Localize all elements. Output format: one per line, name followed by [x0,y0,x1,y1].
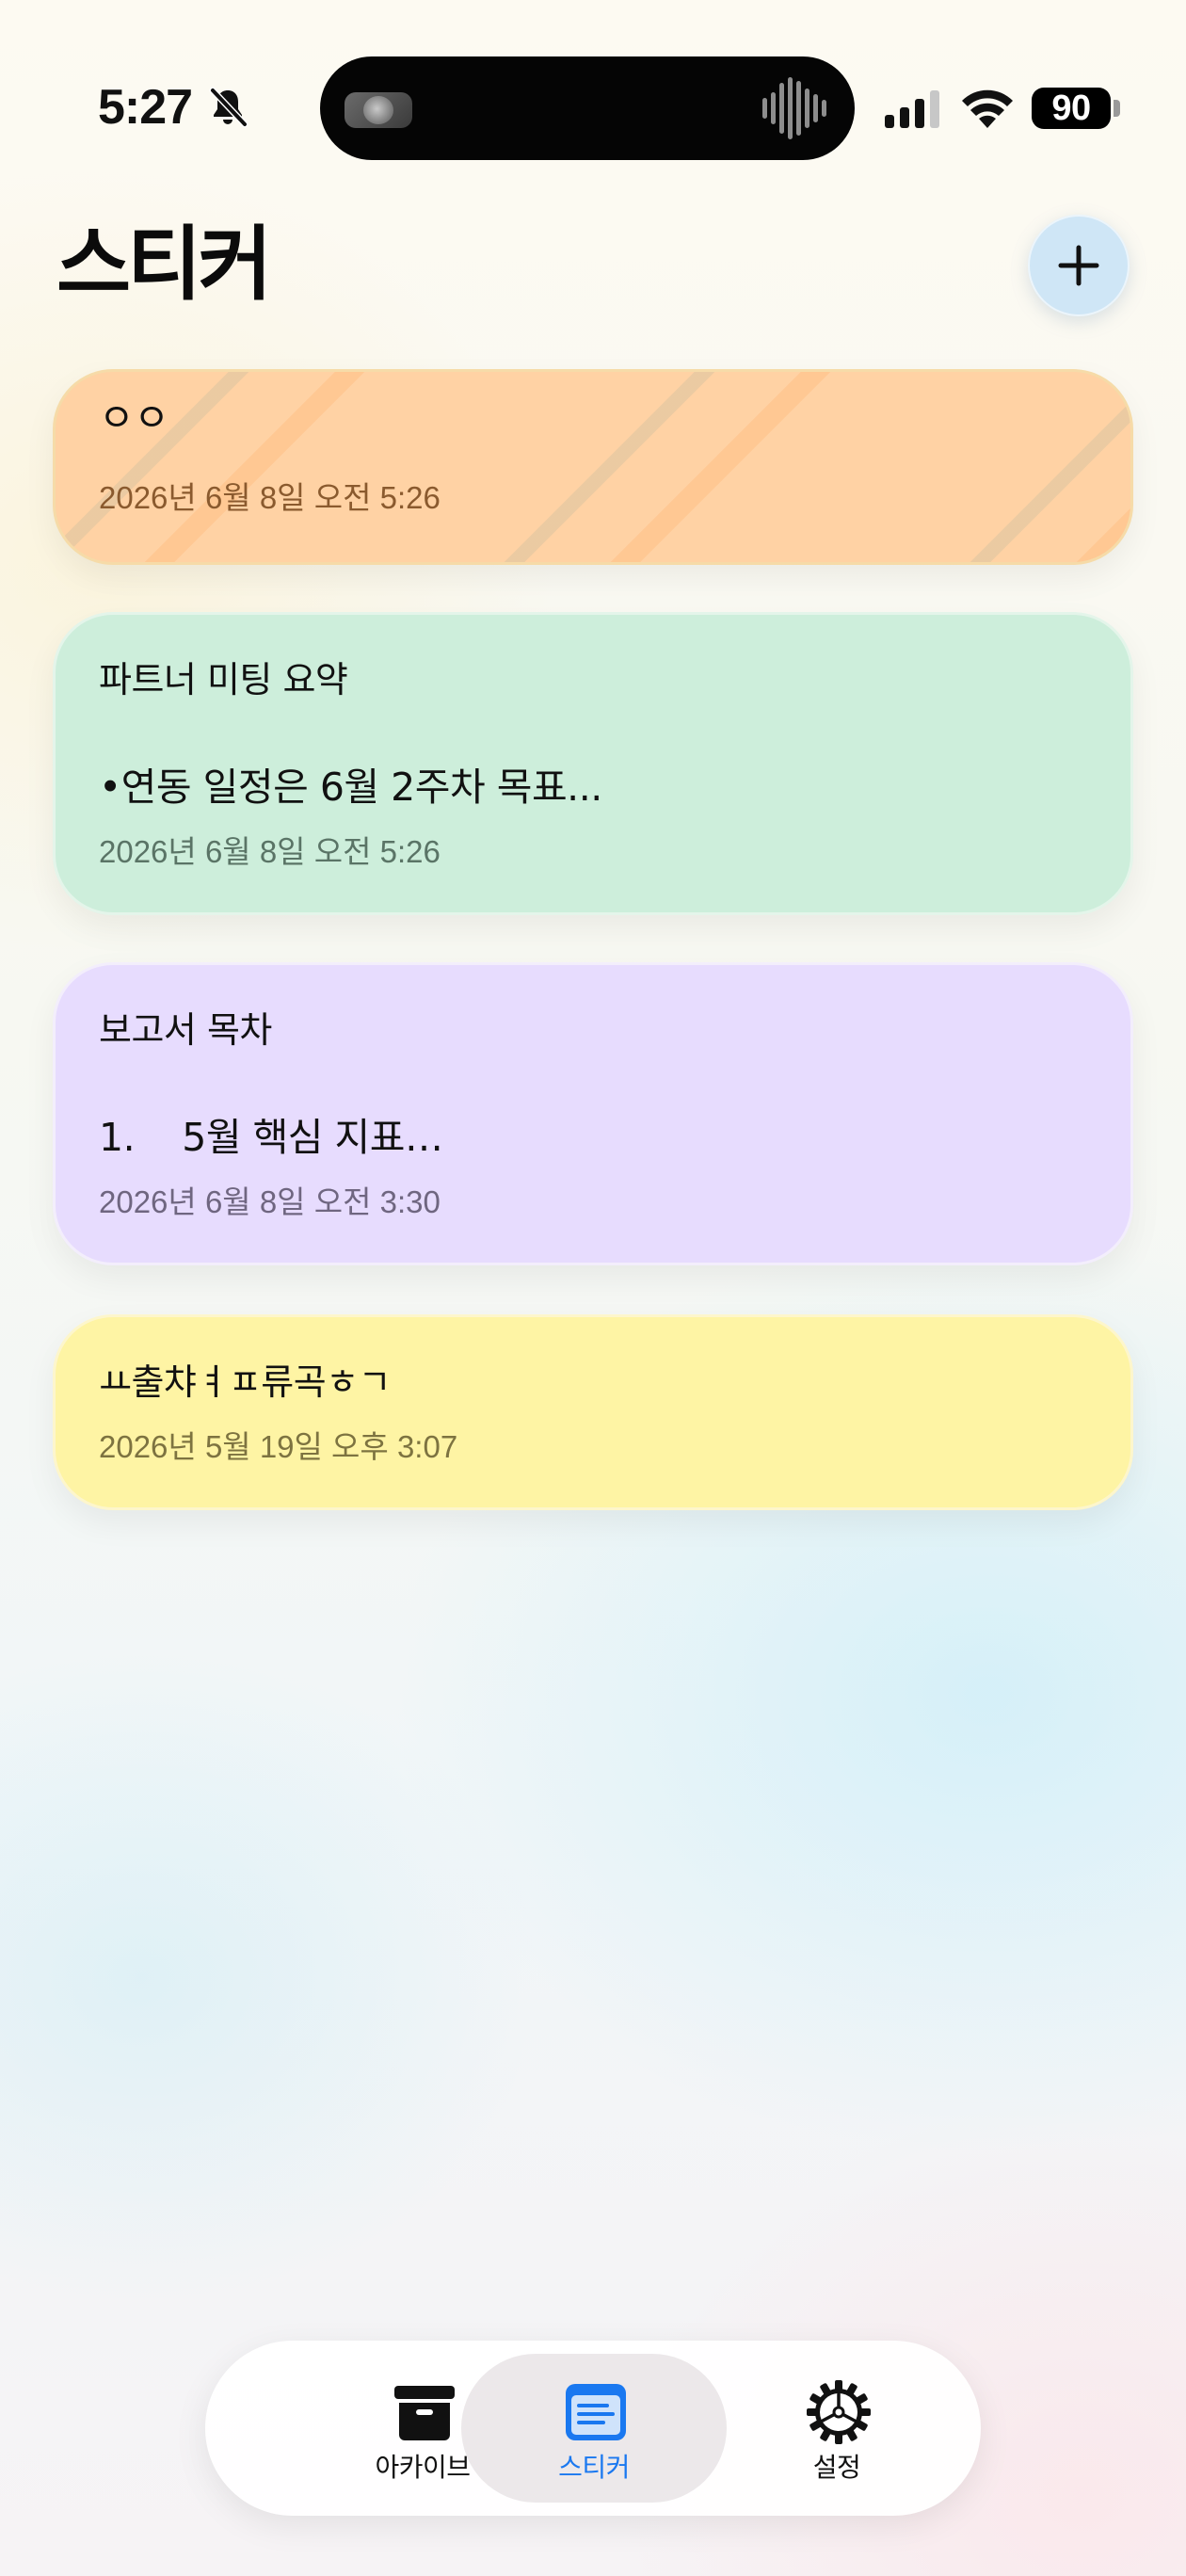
tab-sticker[interactable]: 스티커 [461,2354,727,2503]
sticker-date: 2026년 6월 8일 오전 5:26 [99,834,441,869]
archive-box-icon [394,2386,455,2440]
sticker-date: 2026년 6월 8일 오전 5:26 [99,480,441,515]
plus-icon [1058,245,1099,286]
audio-waveform-icon [762,77,826,139]
battery-tip [1114,100,1120,117]
card-stripe-pattern [56,372,1130,562]
battery-indicator: 90 [1032,88,1111,129]
wifi-icon [962,89,1013,128]
sticker-title: 파트너 미팅 요약 [99,659,348,700]
sticker-date: 2026년 6월 8일 오전 3:30 [99,1184,441,1219]
sticker-title: 보고서 목차 [99,1009,272,1051]
sticker-card[interactable]: 파트너 미팅 요약 •연동 일정은 6월 2주차 목표... 2026년 6월 … [53,612,1133,915]
sticker-note-icon [566,2384,626,2440]
sticker-text: •연동 일정은 6월 2주차 목표... [99,765,602,810]
page-title: 스티커 [56,217,272,312]
status-time: 5:27 [98,80,193,135]
tab-label: 설정 [812,2452,861,2483]
tab-bar: 아카이브 스티커 설정 [205,2341,981,2516]
bell-slash-icon [209,87,248,128]
sticker-text: 1. 5월 핵심 지표… [99,1115,443,1160]
sticker-text: ㅇㅇ [99,395,169,441]
sticker-card[interactable]: 보고서 목차 1. 5월 핵심 지표… 2026년 6월 8일 오전 3:30 [53,962,1133,1265]
tab-settings[interactable]: 설정 [704,2354,970,2503]
sticker-card[interactable]: ㅛ출챠ㅕㅍ류곡ㅎㄱ 2026년 5월 19일 오후 3:07 [53,1314,1133,1510]
add-sticker-button[interactable] [1028,215,1130,316]
sticker-card[interactable]: ㅇㅇ 2026년 6월 8일 오전 5:26 [53,369,1133,565]
now-playing-artwork [345,92,412,128]
dynamic-island[interactable] [320,56,855,160]
gear-icon [807,2380,871,2444]
cellular-signal-icon [885,90,939,128]
sticker-text: ㅛ출챠ㅕㅍ류곡ㅎㄱ [99,1361,392,1403]
tab-label: 스티커 [558,2452,630,2483]
sticker-date: 2026년 5월 19일 오후 3:07 [99,1429,458,1464]
